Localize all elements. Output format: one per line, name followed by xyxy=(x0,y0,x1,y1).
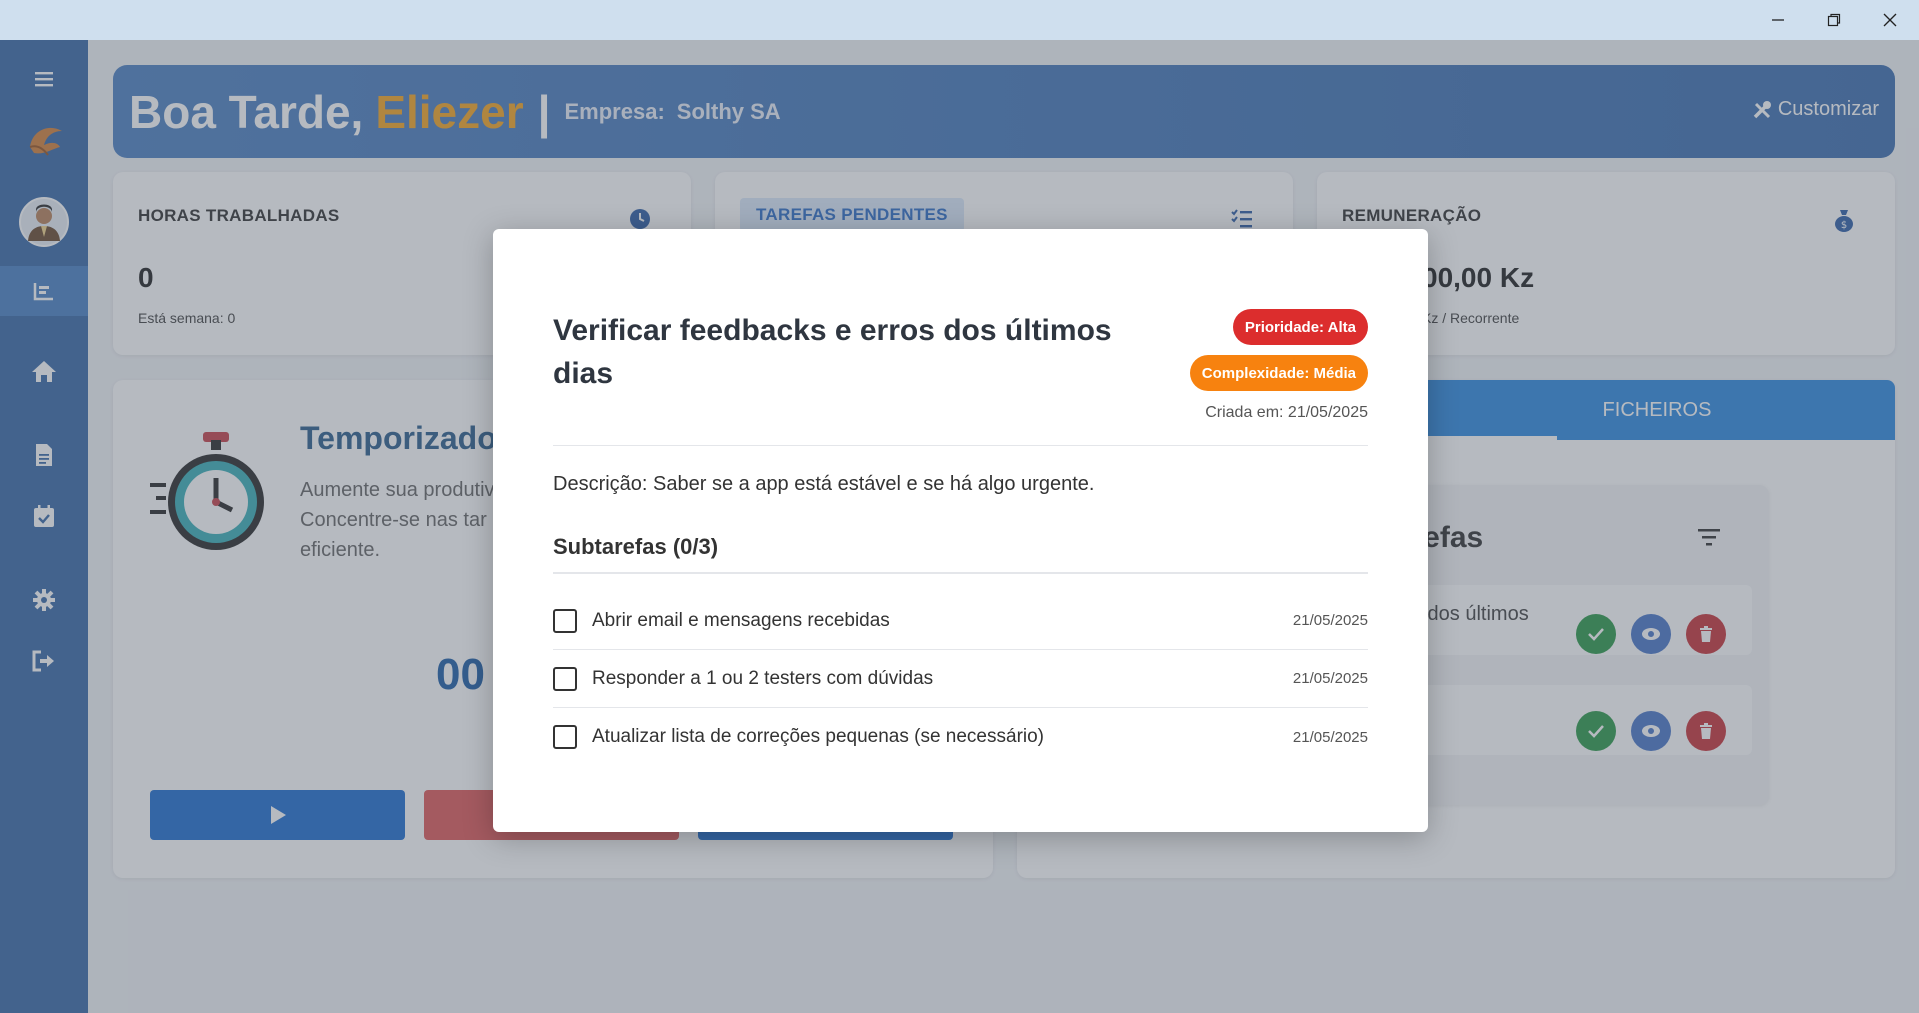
subtask-checkbox[interactable] xyxy=(553,608,577,633)
restore-button[interactable] xyxy=(1806,0,1862,40)
subtask-date: 21/05/2025 xyxy=(1292,612,1368,629)
minimize-button[interactable] xyxy=(1750,0,1806,40)
subtask-row: Atualizar lista de correções pequenas (s… xyxy=(553,708,1368,766)
complexity-badge: Complexidade: Média xyxy=(1189,355,1368,391)
subtask-text: Abrir email e mensagens recebidas xyxy=(592,609,890,631)
subtasks-divider xyxy=(553,572,1368,574)
created-date: Criada em: 21/05/2025 xyxy=(1205,404,1368,421)
subtask-checkbox[interactable] xyxy=(553,725,577,749)
close-icon xyxy=(1883,13,1897,27)
minimize-icon xyxy=(1772,19,1784,21)
subtask-row: Responder a 1 ou 2 testers com dúvidas 2… xyxy=(553,650,1368,708)
task-description: Descrição: Saber se a app está estável e… xyxy=(553,473,1095,495)
subtask-date: 21/05/2025 xyxy=(1292,728,1368,746)
subtask-date: 21/05/2025 xyxy=(1292,670,1368,687)
window-titlebar xyxy=(0,0,1919,40)
subtasks-heading: Subtarefas (0/3) xyxy=(553,534,719,559)
close-button[interactable] xyxy=(1862,0,1918,40)
subtask-text: Atualizar lista de correções pequenas (s… xyxy=(592,726,1045,747)
subtask-checkbox[interactable] xyxy=(553,666,577,691)
restore-icon xyxy=(1827,13,1841,27)
priority-badge: Prioridade: Alta xyxy=(1232,309,1368,345)
task-detail-modal: Verificar feedbacks e erros dos últimos … xyxy=(493,229,1428,832)
subtask-text: Responder a 1 ou 2 testers com dúvidas xyxy=(592,667,934,689)
modal-divider xyxy=(553,445,1368,446)
subtask-row: Abrir email e mensagens recebidas 21/05/… xyxy=(553,592,1368,650)
modal-task-title: Verificar feedbacks e erros dos últimos … xyxy=(553,314,1112,390)
